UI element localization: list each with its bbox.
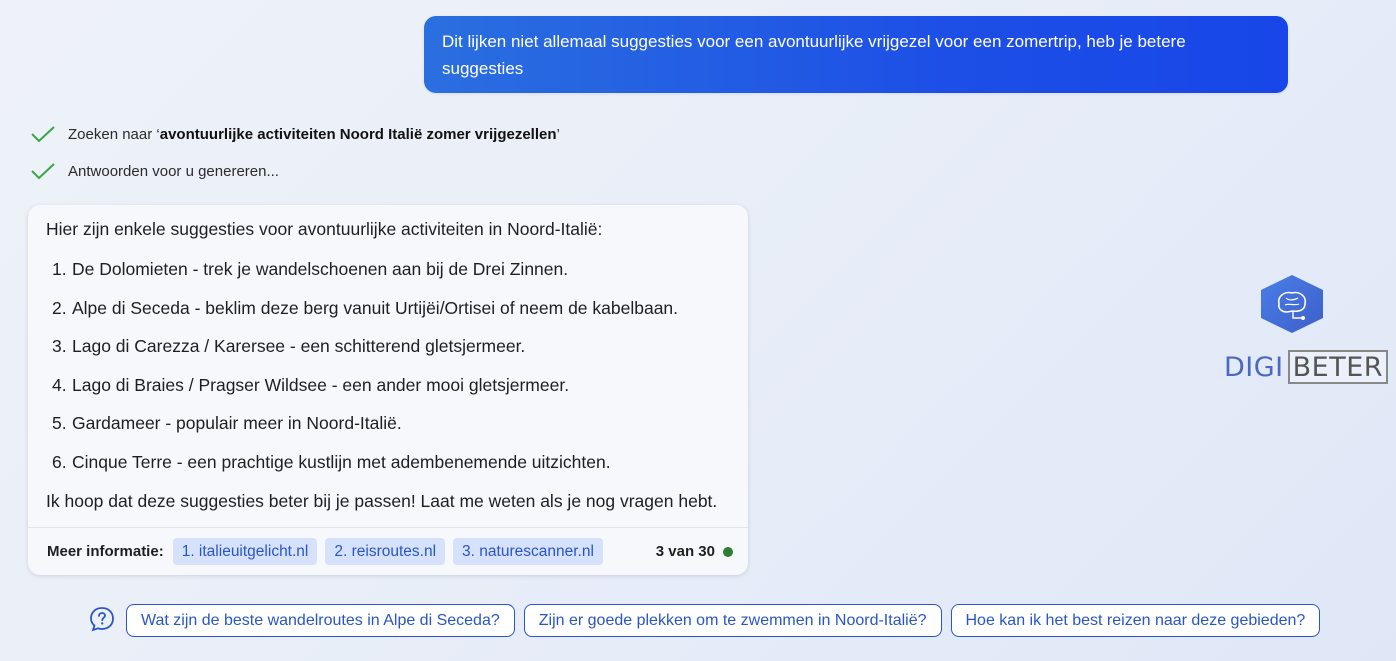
logo-wordmark: DIGI BETER: [1222, 350, 1389, 384]
checkmark-icon: [31, 163, 55, 180]
search-query: avontuurlijke activiteiten Noord Italië …: [159, 125, 557, 143]
search-step-suffix: ’: [556, 125, 560, 143]
list-item: 2. Alpe di Seceda - beklim deze berg vanu…: [46, 298, 736, 337]
list-item: 4. Lago di Braies / Pragser Wildsee - een…: [46, 375, 736, 414]
list-item-text: Cinque Terre - een prachtige kustlijn me…: [72, 451, 611, 472]
list-item-text: Lago di Braies / Pragser Wildsee - een a…: [72, 374, 570, 395]
suggestion-list: 1. De Dolomieten - trek je wandelschoenen…: [46, 259, 736, 490]
answer-outro: Ik hoop dat deze suggesties beter bij je…: [46, 491, 718, 511]
card-footer: Meer informatie: 1. italieuitgelicht.nl …: [47, 538, 733, 565]
brain-hexagon-icon: [1261, 275, 1323, 333]
generate-step: Antwoorden voor u genereren...: [30, 159, 279, 183]
logo-text-digi: DIGI: [1224, 351, 1284, 383]
search-step-prefix: Zoeken naar ‘: [68, 125, 160, 143]
source-link-2[interactable]: 2. reisroutes.nl: [325, 538, 446, 565]
suggestion-bar: Wat zijn de beste wandelroutes in Alpe d…: [126, 604, 1329, 637]
checkmark-icon: [31, 126, 55, 143]
list-item-text: Lago di Carezza / Karersee - een schitte…: [72, 336, 526, 356]
generate-step-text: Antwoorden voor u genereren...: [68, 162, 279, 180]
user-message-bubble: Dit lijken niet allemaal suggesties voor…: [424, 16, 1288, 93]
list-item-number: 2.: [52, 297, 67, 318]
status-dot-icon: [723, 546, 733, 557]
list-item: 5. Gardameer - populair meer in Noord-Ita…: [46, 413, 736, 452]
list-item-text: Gardameer - populair meer in Noord-Itali…: [72, 413, 402, 433]
list-item-number: 4.: [52, 374, 67, 395]
list-item-number: 6.: [52, 451, 67, 472]
list-item-number: 3.: [52, 336, 67, 356]
list-item: 1. De Dolomieten - trek je wandelschoenen…: [46, 259, 736, 298]
search-step: Zoeken naar ‘avontuurlijke activiteiten …: [30, 122, 560, 146]
turn-counter-text: 3 van 30: [655, 543, 715, 560]
source-link-1[interactable]: 1. italieuitgelicht.nl: [172, 538, 318, 565]
question-bubble-icon: [90, 607, 114, 632]
digibeter-logo: DIGI BETER: [1222, 274, 1389, 389]
list-item-text: Alpe di Seceda - beklim deze berg vanuit…: [72, 297, 679, 318]
suggestion-button-1[interactable]: Wat zijn de beste wandelroutes in Alpe d…: [126, 604, 515, 637]
list-item-text: De Dolomieten - trek je wandelschoenen a…: [72, 259, 569, 279]
answer-card: Hier zijn enkele suggesties voor avontuu…: [28, 205, 748, 575]
turn-counter: 3 van 30: [656, 543, 733, 560]
source-link-3[interactable]: 3. naturescanner.nl: [453, 538, 603, 565]
list-item-number: 5.: [52, 413, 67, 433]
user-message-text: Dit lijken niet allemaal suggesties voor…: [442, 32, 1186, 78]
suggestion-button-3[interactable]: Hoe kan ik het best reizen naar deze geb…: [950, 604, 1321, 637]
logo-text-beter: BETER: [1287, 350, 1389, 384]
more-info-label: Meer informatie:: [47, 543, 164, 560]
list-item: 6. Cinque Terre - een prachtige kustlijn …: [46, 452, 736, 491]
list-item: 3. Lago di Carezza / Karersee - een schit…: [46, 336, 736, 375]
suggestion-button-2[interactable]: Zijn er goede plekken om te zwemmen in N…: [523, 604, 942, 637]
answer-intro: Hier zijn enkele suggesties voor avontuu…: [46, 219, 603, 239]
list-item-number: 1.: [52, 259, 67, 279]
card-divider: [28, 527, 748, 528]
